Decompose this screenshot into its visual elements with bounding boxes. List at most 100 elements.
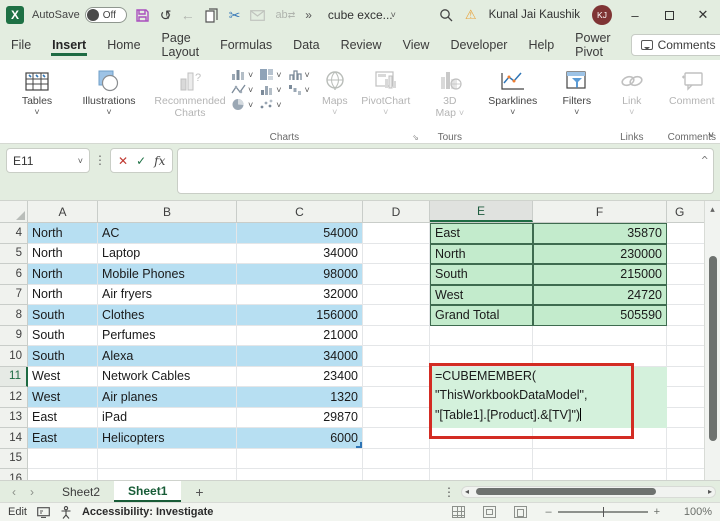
cell-sales[interactable]: 32000 [237, 285, 363, 306]
cell-summary-label[interactable]: Grand Total [430, 305, 533, 326]
illustrations-button[interactable]: Illustrations ˅ [77, 64, 141, 116]
cell-summary-label[interactable] [430, 469, 533, 480]
formula-annotation-box[interactable]: =CUBEMEMBER( "ThisWorkbookDataModel", "[… [429, 363, 634, 439]
cell-sales[interactable]: 156000 [237, 305, 363, 326]
cell-sales[interactable]: 34000 [237, 346, 363, 367]
overflow-icon[interactable]: » [305, 8, 312, 22]
cell-summary-label[interactable]: South [430, 264, 533, 285]
row-header[interactable]: 4 [0, 223, 28, 244]
add-sheet-button[interactable]: + [181, 481, 217, 502]
column-header-B[interactable]: B [98, 201, 237, 222]
cell-empty[interactable] [363, 367, 430, 388]
column-header-C[interactable]: C [237, 201, 363, 222]
cell-empty[interactable] [363, 244, 430, 265]
warning-icon[interactable]: ⚠ [465, 7, 477, 23]
collapse-formula-bar-icon[interactable]: ^ [701, 151, 708, 171]
cell-summary-label[interactable]: East [430, 223, 533, 244]
select-all-corner[interactable] [0, 201, 28, 222]
horizontal-scrollbar[interactable]: ◂ ▸ [461, 486, 716, 498]
link-button[interactable]: Link ˅ [612, 64, 652, 116]
accessibility-status[interactable]: Accessibility: Investigate [82, 506, 213, 518]
table-resize-handle[interactable] [356, 442, 362, 448]
column-header-F[interactable]: F [533, 201, 667, 222]
cell-sales[interactable]: 98000 [237, 264, 363, 285]
cell-region[interactable]: West [28, 367, 98, 388]
tab-formulas[interactable]: Formulas [219, 34, 273, 56]
tab-help[interactable]: Help [527, 34, 555, 56]
comment-button[interactable]: Comment [664, 64, 720, 107]
cell-summary-value[interactable]: 230000 [533, 244, 667, 265]
zoom-thumb[interactable] [603, 507, 605, 517]
cell-sales[interactable]: 29870 [237, 408, 363, 429]
cell-product[interactable]: AC [98, 223, 237, 244]
tab-review[interactable]: Review [340, 34, 383, 56]
zoom-slider[interactable]: – + [545, 506, 660, 518]
tab-page-layout[interactable]: Page Layout [161, 27, 201, 63]
enter-icon[interactable]: ✓ [136, 154, 146, 168]
user-name[interactable]: Kunal Jai Kaushik [489, 9, 580, 21]
cell-region[interactable] [28, 449, 98, 470]
cell-product[interactable]: Mobile Phones [98, 264, 237, 285]
maximize-button[interactable] [658, 8, 680, 23]
cell-region[interactable]: East [28, 408, 98, 429]
scroll-up-icon[interactable]: ▴ [710, 201, 715, 218]
line-chart-button[interactable]: ˅ [231, 83, 253, 96]
display-settings-icon[interactable] [37, 507, 50, 518]
tab-home[interactable]: Home [106, 34, 141, 56]
cell-product[interactable]: Alexa [98, 346, 237, 367]
cell-region[interactable]: East [28, 428, 98, 449]
cell-summary-value[interactable]: 35870 [533, 223, 667, 244]
zoom-out-icon[interactable]: – [545, 506, 551, 518]
comments-button[interactable]: Comments [631, 34, 720, 56]
tab-data[interactable]: Data [292, 34, 320, 56]
tab-view[interactable]: View [402, 34, 431, 56]
autosave-control[interactable]: AutoSave Off [32, 7, 127, 23]
cell-sales[interactable]: 6000 [237, 428, 363, 449]
cell-sales[interactable]: 1320 [237, 387, 363, 408]
row-header[interactable]: 6 [0, 264, 28, 285]
cell-sales[interactable]: 21000 [237, 326, 363, 347]
accessibility-icon[interactable] [60, 506, 72, 519]
sparklines-button[interactable]: Sparklines ˅ [484, 64, 542, 116]
autosave-toggle[interactable]: Off [85, 7, 127, 23]
cut-icon[interactable]: ✂ [229, 7, 241, 24]
cell-product[interactable]: iPad [98, 408, 237, 429]
cell-region[interactable]: South [28, 305, 98, 326]
normal-view-icon[interactable] [452, 506, 465, 518]
save-icon[interactable] [135, 8, 150, 23]
page-break-view-icon[interactable] [514, 506, 527, 518]
document-title[interactable]: cube exce... ˅ [328, 8, 396, 22]
sheet-tab-sheet2[interactable]: Sheet2 [48, 481, 114, 502]
cancel-icon[interactable]: ✕ [118, 154, 128, 168]
cell-summary-label[interactable] [430, 449, 533, 470]
cell-summary-value[interactable]: 24720 [533, 285, 667, 306]
undo-button[interactable]: ↺˅ [160, 7, 171, 24]
tables-button[interactable]: Tables ˅ [9, 64, 65, 116]
cell-product[interactable] [98, 449, 237, 470]
cell-product[interactable]: Network Cables [98, 367, 237, 388]
row-header[interactable]: 10 [0, 346, 28, 367]
close-button[interactable]: ✕ [692, 7, 714, 23]
cell-region[interactable]: North [28, 264, 98, 285]
cell-summary-value[interactable]: 215000 [533, 264, 667, 285]
cell-empty[interactable] [363, 408, 430, 429]
avatar[interactable]: KJ [592, 5, 612, 25]
row-header[interactable]: 16 [0, 469, 28, 480]
scroll-right-icon[interactable]: ▸ [708, 487, 712, 496]
cell-empty[interactable] [363, 285, 430, 306]
insert-function-icon[interactable]: fx [154, 154, 165, 168]
cell-summary-label[interactable]: North [430, 244, 533, 265]
map3d-button[interactable]: 3D Map ˅ [428, 64, 472, 119]
tab-file[interactable]: File [10, 34, 32, 56]
minimize-button[interactable]: – [624, 8, 646, 23]
cell-summary-label[interactable] [430, 326, 533, 347]
cell-summary-value[interactable] [533, 469, 667, 480]
column-header-A[interactable]: A [28, 201, 98, 222]
filters-button[interactable]: Filters ˅ [554, 64, 600, 116]
cell-region[interactable] [28, 469, 98, 480]
cell-summary-value[interactable]: 505590 [533, 305, 667, 326]
horizontal-scroll-thumb[interactable] [476, 488, 656, 495]
cell-sales[interactable] [237, 469, 363, 480]
maps-button[interactable]: Maps ˅ [314, 64, 356, 116]
cell-region[interactable]: West [28, 387, 98, 408]
